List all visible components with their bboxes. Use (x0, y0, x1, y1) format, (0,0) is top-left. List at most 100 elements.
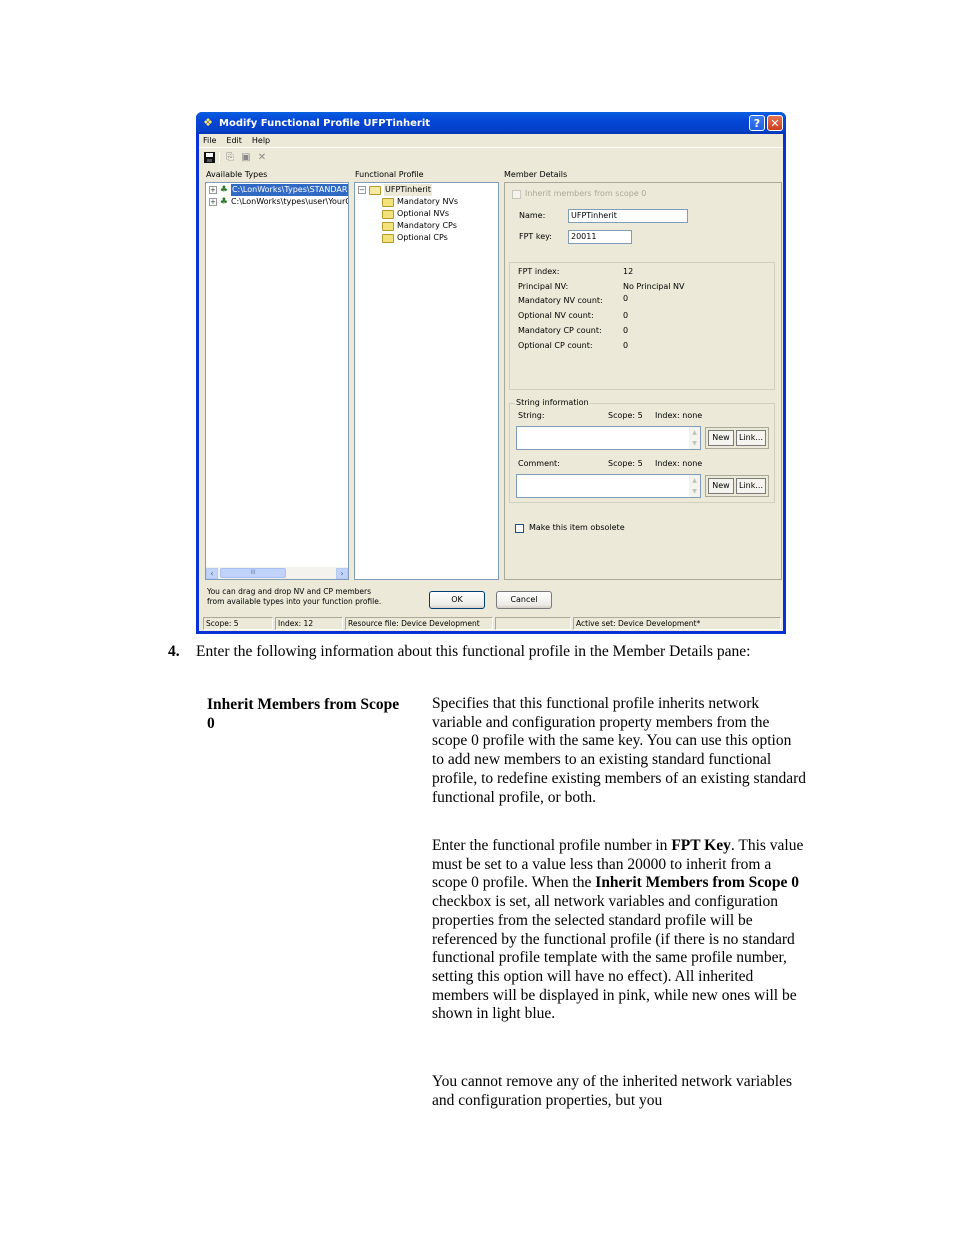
close-button[interactable]: ✕ (767, 115, 783, 131)
comment-new-button[interactable]: New (708, 478, 734, 494)
available-types-label: Available Types (206, 170, 268, 179)
comment-index: Index: none (655, 459, 703, 468)
definition-paragraph-3: You cannot remove any of the inherited n… (432, 1073, 807, 1110)
mandatory-nv-count-value: 0 (623, 294, 629, 303)
menu-edit[interactable]: Edit (226, 134, 242, 147)
comment-button-group: New Link... (705, 475, 769, 497)
string-scope: Scope: 5 (608, 411, 643, 420)
delete-icon[interactable]: ✕ (256, 152, 268, 164)
inherit-members-label: Inherit members from scope 0 (525, 189, 647, 198)
member-details-pane: Inherit members from scope 0 Name: UFPTi… (504, 182, 782, 580)
mandatory-cp-count-label: Mandatory CP count: (518, 326, 602, 335)
make-obsolete-checkbox[interactable] (515, 524, 524, 533)
tree-item-label: Mandatory NVs (397, 197, 459, 206)
definition-paragraph-1: Specifies that this functional profile i… (432, 695, 807, 807)
cancel-button[interactable]: Cancel (496, 591, 552, 609)
menu-help[interactable]: Help (252, 134, 270, 147)
tree-item[interactable]: + ♣ C:\LonWorks\types\user\YourC (206, 196, 348, 208)
horizontal-scrollbar[interactable]: ‹ III › (206, 567, 348, 579)
string-index: Index: none (655, 411, 703, 420)
optional-nv-count-value: 0 (623, 311, 629, 320)
tree-item[interactable]: − UFPTinherit (355, 184, 498, 196)
comment-scope: Scope: 5 (608, 459, 643, 468)
collapse-icon[interactable]: − (358, 186, 366, 194)
status-active-set: Active set: Device Development* (573, 617, 781, 630)
help-button[interactable]: ? (749, 115, 765, 131)
status-index: Index: 12 (275, 617, 343, 630)
scroll-up-icon[interactable]: ▲ (692, 429, 697, 436)
make-obsolete-label: Make this item obsolete (529, 523, 625, 532)
menu-file[interactable]: File (203, 134, 216, 147)
app-icon: ❖ (203, 116, 213, 129)
step-number: 4. (168, 643, 180, 660)
functional-profile-tree[interactable]: − UFPTinherit Mandatory NVs Optional NVs… (354, 182, 499, 580)
tree-item[interactable]: + ♣ C:\LonWorks\Types\STANDAR (206, 184, 348, 196)
comment-textarea[interactable] (516, 474, 701, 498)
string-link-button[interactable]: Link... (736, 430, 766, 446)
folder-icon (382, 221, 394, 231)
string-information-group: String information String: Scope: 5 Inde… (509, 398, 775, 503)
toolbar: ⎘ ▣ ✕ (199, 149, 783, 167)
name-input[interactable]: UFPTinherit (568, 209, 688, 223)
status-blank (495, 617, 571, 630)
fpt-key-label: FPT key: (519, 232, 552, 241)
member-details-label: Member Details (504, 170, 568, 179)
scroll-left-icon[interactable]: ‹ (206, 567, 218, 579)
comment-link-button[interactable]: Link... (736, 478, 766, 494)
step-text: Enter the following information about th… (196, 643, 751, 660)
save-icon[interactable] (203, 152, 215, 164)
tree-item[interactable]: Mandatory CPs (355, 220, 498, 232)
hint-line: from available types into your function … (207, 597, 382, 606)
mandatory-cp-count-value: 0 (623, 326, 629, 335)
folder-icon (382, 233, 394, 243)
scroll-thumb[interactable]: III (220, 568, 286, 578)
available-types-tree[interactable]: + ♣ C:\LonWorks\Types\STANDAR + ♣ C:\Lon… (205, 182, 349, 580)
string-button-group: New Link... (705, 427, 769, 449)
modify-functional-profile-dialog: ❖ Modify Functional Profile UFPTinherit … (196, 112, 786, 634)
term-inherit-members: Inherit Members from Scope 0 (207, 696, 400, 732)
string-scroll[interactable]: ▲ ▼ (689, 427, 700, 449)
comment-label: Comment: (518, 459, 560, 468)
tree-item-label: Optional CPs (397, 233, 448, 242)
fpt-index-value: 12 (623, 267, 634, 276)
library-icon: ♣ (219, 185, 228, 195)
tree-item-label: C:\LonWorks\types\user\YourC (230, 197, 349, 206)
tree-item[interactable]: Mandatory NVs (355, 196, 498, 208)
fpt-index-label: FPT index: (518, 267, 560, 276)
tree-item-label: Mandatory CPs (397, 221, 457, 230)
scroll-up-icon[interactable]: ▲ (692, 477, 697, 484)
mandatory-nv-count-label: Mandatory NV count: (518, 296, 603, 305)
bold-term: Inherit Members from Scope 0 (595, 874, 800, 892)
bold-term: FPT Key (671, 837, 731, 854)
scroll-down-icon[interactable]: ▼ (692, 488, 697, 495)
inherit-members-checkbox[interactable] (512, 190, 521, 199)
paragraph-text: Specifies that this functional profile i… (432, 695, 807, 806)
open-folder-icon (369, 185, 381, 195)
comment-scroll[interactable]: ▲ ▼ (689, 475, 700, 497)
functional-profile-label: Functional Profile (355, 170, 424, 179)
string-new-button[interactable]: New (708, 430, 734, 446)
copy-icon[interactable]: ⎘ (224, 152, 236, 164)
folder-icon (382, 209, 394, 219)
ok-button[interactable]: OK (429, 591, 485, 609)
paragraph-text: Enter the functional profile number in (432, 837, 672, 854)
scroll-right-icon[interactable]: › (336, 567, 348, 579)
string-information-title: String information (515, 398, 590, 407)
fpt-key-input[interactable]: 20011 (568, 230, 632, 244)
tree-item-label: C:\LonWorks\Types\STANDAR (230, 184, 348, 196)
scroll-down-icon[interactable]: ▼ (692, 440, 697, 447)
expand-icon[interactable]: + (209, 186, 217, 194)
paragraph-text: checkbox is set, all network variables a… (432, 893, 797, 1023)
title-bar[interactable]: ❖ Modify Functional Profile UFPTinherit … (196, 112, 786, 134)
optional-cp-count-value: 0 (623, 341, 629, 350)
dialog-title: Modify Functional Profile UFPTinherit (219, 117, 431, 129)
string-textarea[interactable] (516, 426, 701, 450)
folder-icon (382, 197, 394, 207)
toolbar-separator (219, 152, 220, 164)
tree-item[interactable]: Optional CPs (355, 232, 498, 244)
drag-drop-hint: You can drag and drop NV and CP members … (207, 587, 381, 607)
name-label: Name: (519, 211, 546, 220)
expand-icon[interactable]: + (209, 198, 217, 206)
tree-item[interactable]: Optional NVs (355, 208, 498, 220)
paste-icon[interactable]: ▣ (240, 152, 252, 164)
